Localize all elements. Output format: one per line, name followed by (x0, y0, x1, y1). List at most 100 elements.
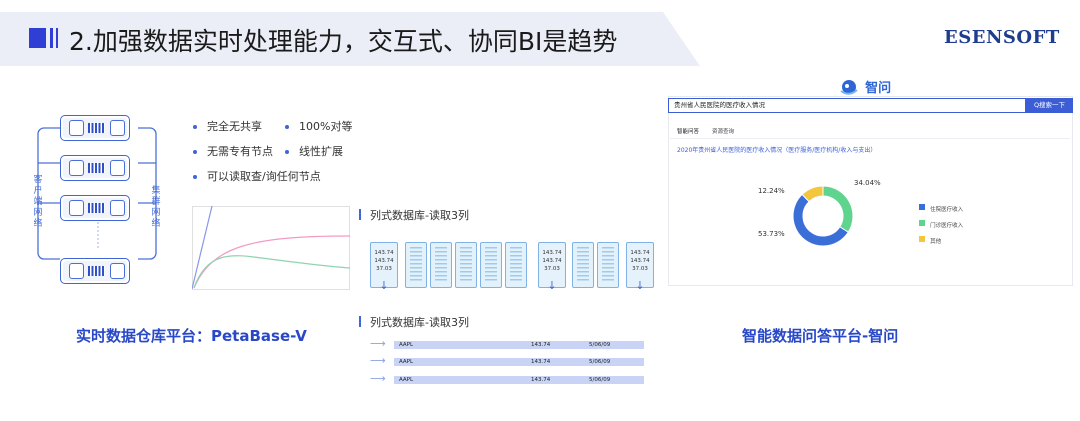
cell-value: 37.03 (544, 266, 560, 272)
search-input-value: 贵州省人民医院的医疗收入情况 (674, 101, 765, 109)
column-block (430, 242, 452, 288)
server-node (60, 195, 130, 221)
bullet-text: 100%对等 (299, 120, 353, 133)
row-date: 5/06/09 (589, 342, 611, 348)
bullet-text: 可以读取查/询任何节点 (207, 170, 321, 183)
table-row: AAPL 143.74 5/06/09 (394, 358, 644, 366)
row-name: AAPL (399, 359, 414, 365)
server-gauge-icon (110, 120, 125, 136)
arrow-down-icon: ↓ (547, 279, 557, 292)
columnar-title: 列式数据库-读取3列 (370, 209, 469, 222)
bullet-item: 线性扩展 (285, 143, 343, 159)
server-node (60, 115, 130, 141)
bullet-item: 无需专有节点 (193, 143, 273, 159)
legend-item: 门诊医疗收入 (919, 212, 963, 229)
zhiwen-brand: 智问 (838, 76, 891, 96)
server-gauge-icon (110, 160, 125, 176)
column-block (572, 242, 594, 288)
pct-label: 12.24% (758, 187, 785, 195)
row-date: 5/06/09 (589, 359, 611, 365)
column-block (455, 242, 477, 288)
pct-label: 53.73% (758, 230, 785, 238)
server-gauge-icon (69, 200, 84, 216)
title-bar-icon (56, 28, 58, 48)
company-logo: ESENSOFT (944, 27, 1060, 48)
result-subtitle[interactable]: 2020年贵州省人民医院的医疗收入情况（医疗服务/医疗机构/收入与支出） (677, 145, 876, 154)
row-store-title: 列式数据库-读取3列 (370, 316, 469, 329)
server-memory-icon (88, 163, 105, 173)
tab-divider (670, 138, 1070, 139)
zhiwen-brand-text: 智问 (865, 81, 892, 96)
server-memory-icon (88, 123, 105, 133)
arrow-right-icon: ⟶ (370, 354, 386, 367)
tab-resource-query[interactable]: 资源查询 (712, 127, 734, 135)
bullet-item: 100%对等 (285, 118, 352, 134)
cell-value: 143.74 (630, 250, 650, 256)
cell-value: 37.03 (376, 266, 392, 272)
arrow-down-icon: ↓ (379, 279, 389, 292)
server-gauge-icon (69, 160, 84, 176)
client-network-label: 客户端网络 (33, 175, 43, 229)
column-block (597, 242, 619, 288)
scaling-curve-graphic (192, 206, 350, 290)
row-value: 143.74 (531, 342, 551, 348)
bullet-text: 无需专有节点 (207, 145, 273, 158)
section-marker (359, 209, 361, 220)
cell-value: 143.74 (374, 258, 394, 264)
server-gauge-icon (110, 200, 125, 216)
bullet-text: 线性扩展 (299, 145, 343, 158)
arrow-down-icon: ↓ (635, 279, 645, 292)
column-block (505, 242, 527, 288)
row-name: AAPL (399, 342, 414, 348)
cell-value: 143.74 (374, 250, 394, 256)
cluster-network-label: 集群网络 (151, 186, 161, 229)
bullet-item: 可以读取查/询任何节点 (193, 168, 321, 184)
server-gauge-icon (69, 263, 84, 279)
server-node (60, 155, 130, 181)
title-square-icon (29, 28, 46, 48)
zhiwen-logo-icon (840, 79, 858, 95)
legend-swatch-icon (919, 203, 925, 210)
legend-swatch-icon (919, 219, 925, 226)
section-marker (359, 316, 361, 327)
cell-value: 143.74 (542, 258, 562, 264)
pct-label: 34.04% (854, 179, 881, 187)
bullet-dot-icon (285, 125, 289, 129)
page-title: 2.加强数据实时处理能力，交互式、协同BI是趋势 (69, 27, 618, 56)
zhiwen-caption: 智能数据问答平台-智问 (742, 327, 899, 345)
table-row: AAPL 143.74 5/06/09 (394, 341, 644, 349)
donut-slice-1 (822, 185, 854, 233)
cell-value: 37.03 (632, 266, 648, 272)
legend-swatch-icon (919, 235, 925, 242)
cell-value: 143.74 (542, 250, 562, 256)
server-gauge-icon (69, 120, 84, 136)
legend-item: 其他 (919, 228, 963, 245)
search-button[interactable]: Q搜索一下 (1026, 98, 1073, 113)
server-memory-icon (88, 203, 105, 213)
bullet-item: 完全无共享 (193, 118, 262, 134)
title-bar-icon (50, 28, 53, 48)
donut-chart (792, 185, 854, 247)
column-block (480, 242, 502, 288)
server-gauge-icon (110, 263, 125, 279)
bullet-dot-icon (193, 175, 197, 179)
arrow-right-icon: ⟶ (370, 372, 386, 385)
bullet-dot-icon (193, 150, 197, 154)
server-node (60, 258, 130, 284)
row-value: 143.74 (531, 359, 551, 365)
legend-label: 其他 (930, 239, 942, 245)
cell-value: 143.74 (630, 258, 650, 264)
server-memory-icon (88, 266, 105, 276)
table-row: AAPL 143.74 5/06/09 (394, 376, 644, 384)
row-date: 5/06/09 (589, 377, 611, 383)
bullet-dot-icon (285, 150, 289, 154)
row-value: 143.74 (531, 377, 551, 383)
bullet-dot-icon (193, 125, 197, 129)
bullet-text: 完全无共享 (207, 120, 262, 133)
arrow-right-icon: ⟶ (370, 337, 386, 350)
column-block (405, 242, 427, 288)
petabase-caption: 实时数据仓库平台：PetaBase-V (76, 327, 307, 345)
chart-legend: 住院医疗收入 门诊医疗收入 其他 (919, 196, 963, 245)
legend-item: 住院医疗收入 (919, 196, 963, 213)
search-input[interactable]: 贵州省人民医院的医疗收入情况 (668, 98, 1026, 113)
